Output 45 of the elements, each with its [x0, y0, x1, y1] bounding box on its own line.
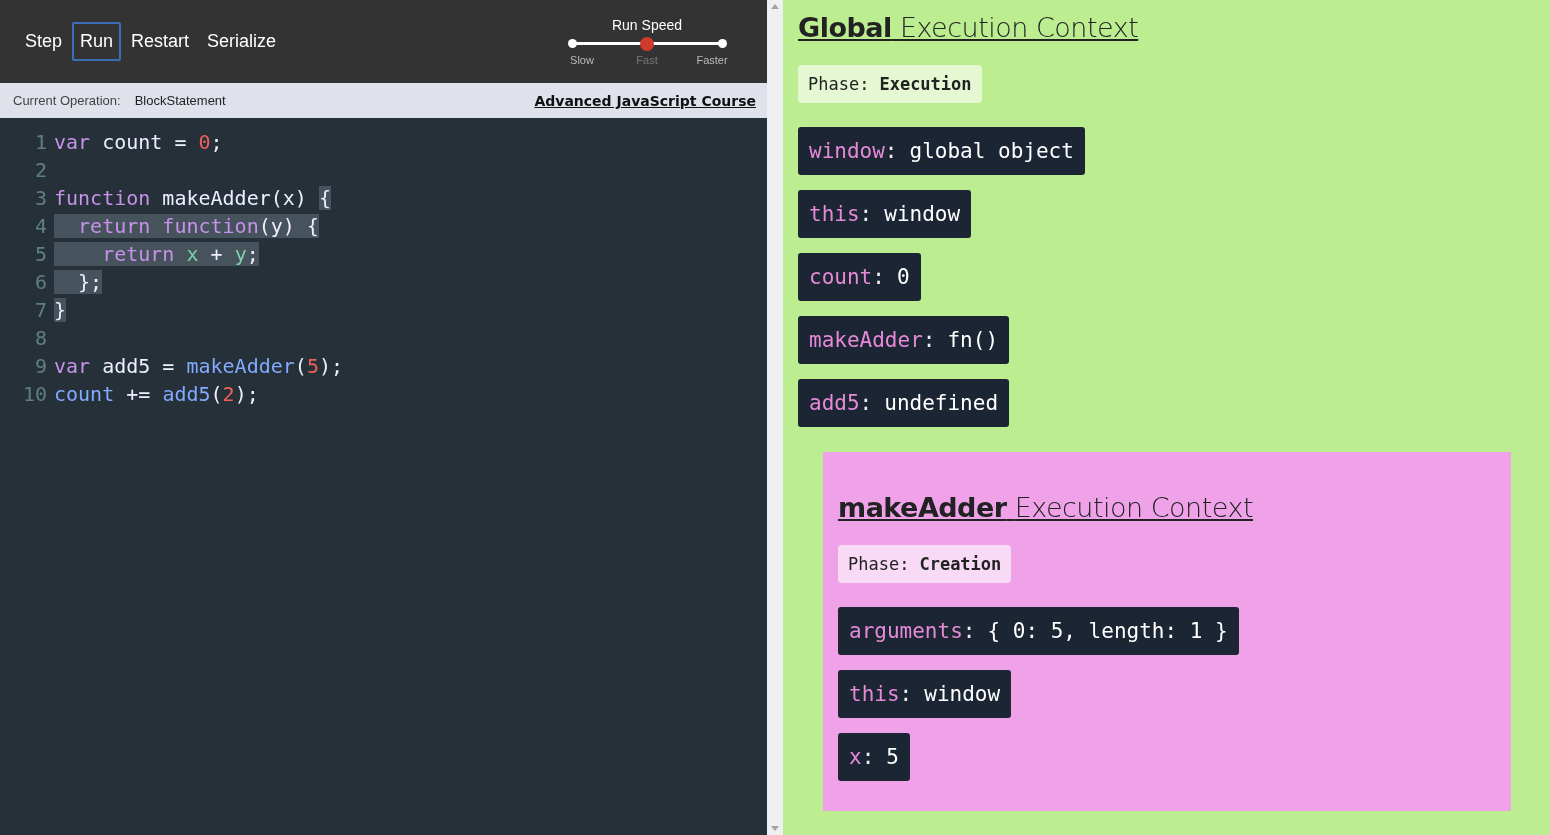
slider-tick	[717, 39, 727, 48]
line-number: 9	[33, 353, 48, 380]
context-title: Global Execution Context	[798, 12, 1140, 43]
code-line: count += add5(2);	[54, 381, 259, 408]
line-number: 3	[33, 185, 48, 212]
code-line: return function(y) {	[54, 212, 319, 240]
phase-label: Phase: Creation	[838, 545, 1012, 583]
line-number: 6	[33, 269, 48, 296]
code-line: var count = 0;	[54, 129, 223, 156]
code-line: function makeAdder(x) {	[54, 185, 331, 212]
variable-entry: add5: undefined	[798, 379, 1010, 427]
slider-thumb[interactable]	[640, 37, 654, 51]
context-title: makeAdder Execution Context	[838, 492, 1255, 523]
variable-entry: this: window	[838, 670, 1012, 718]
scrollbar[interactable]	[767, 0, 783, 835]
line-number: 1	[33, 129, 48, 156]
line-number: 7	[33, 297, 48, 324]
speed-option: Fast	[617, 54, 677, 66]
variable-entry: arguments: { 0: 5, length: 1 }	[838, 607, 1239, 655]
slider-tick	[567, 39, 577, 48]
variable-entry: x: 5	[838, 733, 910, 781]
line-number: 4	[33, 213, 48, 240]
variable-entry: makeAdder: fn()	[798, 316, 1010, 364]
status-value: BlockStatement	[134, 93, 227, 108]
line-number: 2	[33, 157, 48, 184]
speed-option: Slow	[552, 54, 612, 66]
variable-entry: this: window	[798, 190, 972, 238]
toolbar-button[interactable]: Serialize	[199, 22, 285, 61]
status-label: Current Operation:	[13, 93, 121, 108]
toolbar-button[interactable]: Run	[72, 22, 122, 61]
line-number: 5	[33, 241, 48, 268]
toolbar-button[interactable]: Restart	[123, 22, 198, 61]
variable-entry: window: global object	[798, 127, 1085, 175]
speed-title: Run Speed	[611, 17, 683, 33]
course-link[interactable]: Advanced JavaScript Course	[534, 92, 756, 109]
code-line: var add5 = makeAdder(5);	[54, 353, 343, 380]
variable-entry: count: 0	[798, 253, 921, 301]
scroll-down-icon[interactable]	[771, 826, 779, 831]
toolbar-button[interactable]: Step	[17, 22, 71, 61]
line-number: 10	[21, 381, 48, 408]
speed-option: Faster	[682, 54, 742, 66]
code-line: return x + y;	[54, 240, 259, 268]
scroll-up-icon[interactable]	[771, 4, 779, 9]
line-number: 8	[33, 325, 48, 352]
phase-label: Phase: Execution	[798, 65, 982, 103]
